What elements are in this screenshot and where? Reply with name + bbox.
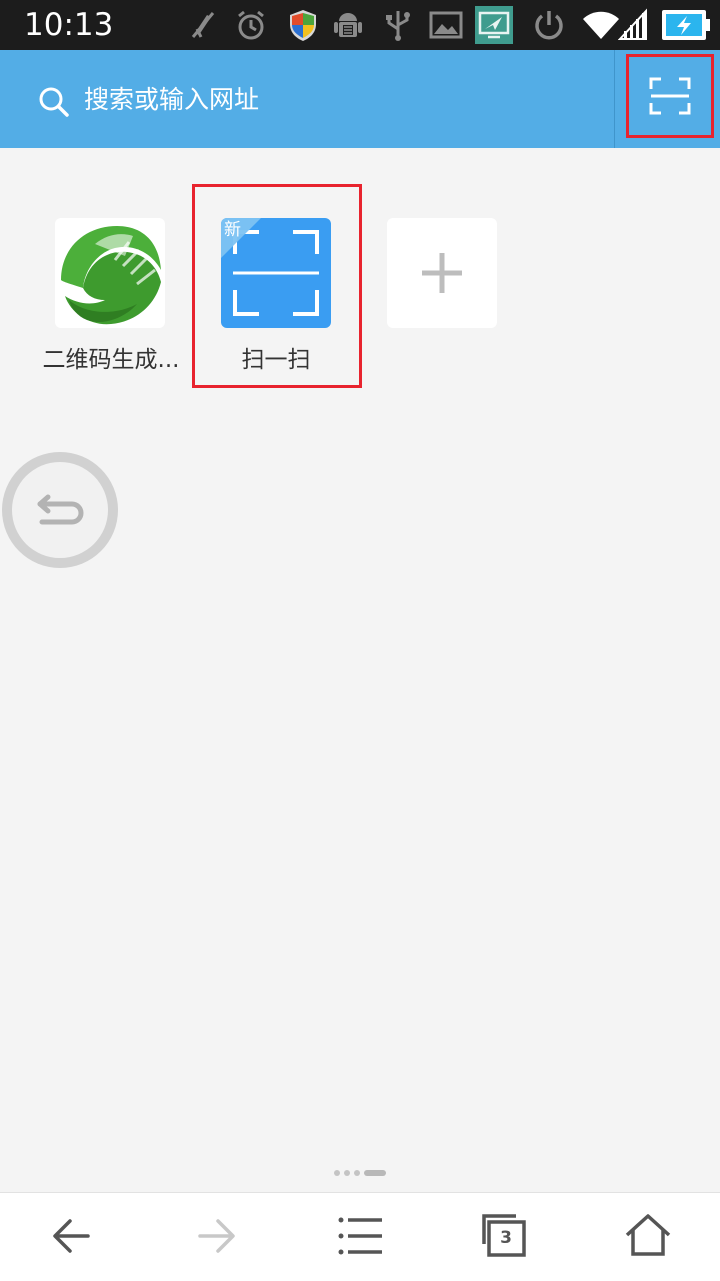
back-arrow-icon [53, 1219, 90, 1253]
signal-icon [618, 8, 647, 40]
status-time: 10:13 [24, 7, 114, 43]
android-debug-icon [334, 13, 362, 37]
floating-back-button[interactable] [2, 452, 118, 568]
menu-icon [338, 1217, 382, 1255]
shortcut-qr-generator[interactable]: 新 [55, 218, 165, 328]
tabs-count: 3 [500, 1228, 512, 1248]
alarm-icon [238, 10, 264, 40]
page-dot [334, 1170, 340, 1176]
shield-icon [290, 10, 316, 41]
shortcut-label-qr-generator: 二维码生成... [42, 347, 180, 373]
forward-button[interactable] [188, 1208, 244, 1264]
scan-button[interactable] [626, 54, 714, 138]
page-dot [354, 1170, 360, 1176]
page-dot [344, 1170, 350, 1176]
home-icon [625, 1214, 671, 1256]
add-shortcut-button[interactable] [387, 218, 497, 328]
menu-button[interactable] [332, 1208, 388, 1264]
new-badge-text: 新 [58, 220, 75, 240]
wifi-icon [583, 11, 619, 40]
image-icon [429, 11, 463, 39]
search-icon [39, 87, 69, 117]
plus-icon [422, 253, 462, 293]
home-button[interactable] [620, 1208, 676, 1264]
header-divider [614, 50, 615, 148]
battery-charging-icon [662, 10, 710, 40]
return-icon [37, 494, 84, 525]
status-bar: 10:13 [0, 0, 720, 50]
highlight-box [192, 184, 362, 388]
power-icon [535, 11, 563, 40]
usb-icon [386, 11, 410, 41]
mute-icon [191, 12, 215, 38]
floating-back-inner [12, 462, 108, 558]
scan-icon [649, 77, 691, 115]
search-input[interactable]: 搜索或输入网址 [84, 82, 259, 118]
back-button[interactable] [44, 1208, 100, 1264]
page-dot-active [364, 1170, 386, 1176]
forward-arrow-icon [198, 1219, 235, 1253]
screen-cast-icon [475, 6, 513, 44]
